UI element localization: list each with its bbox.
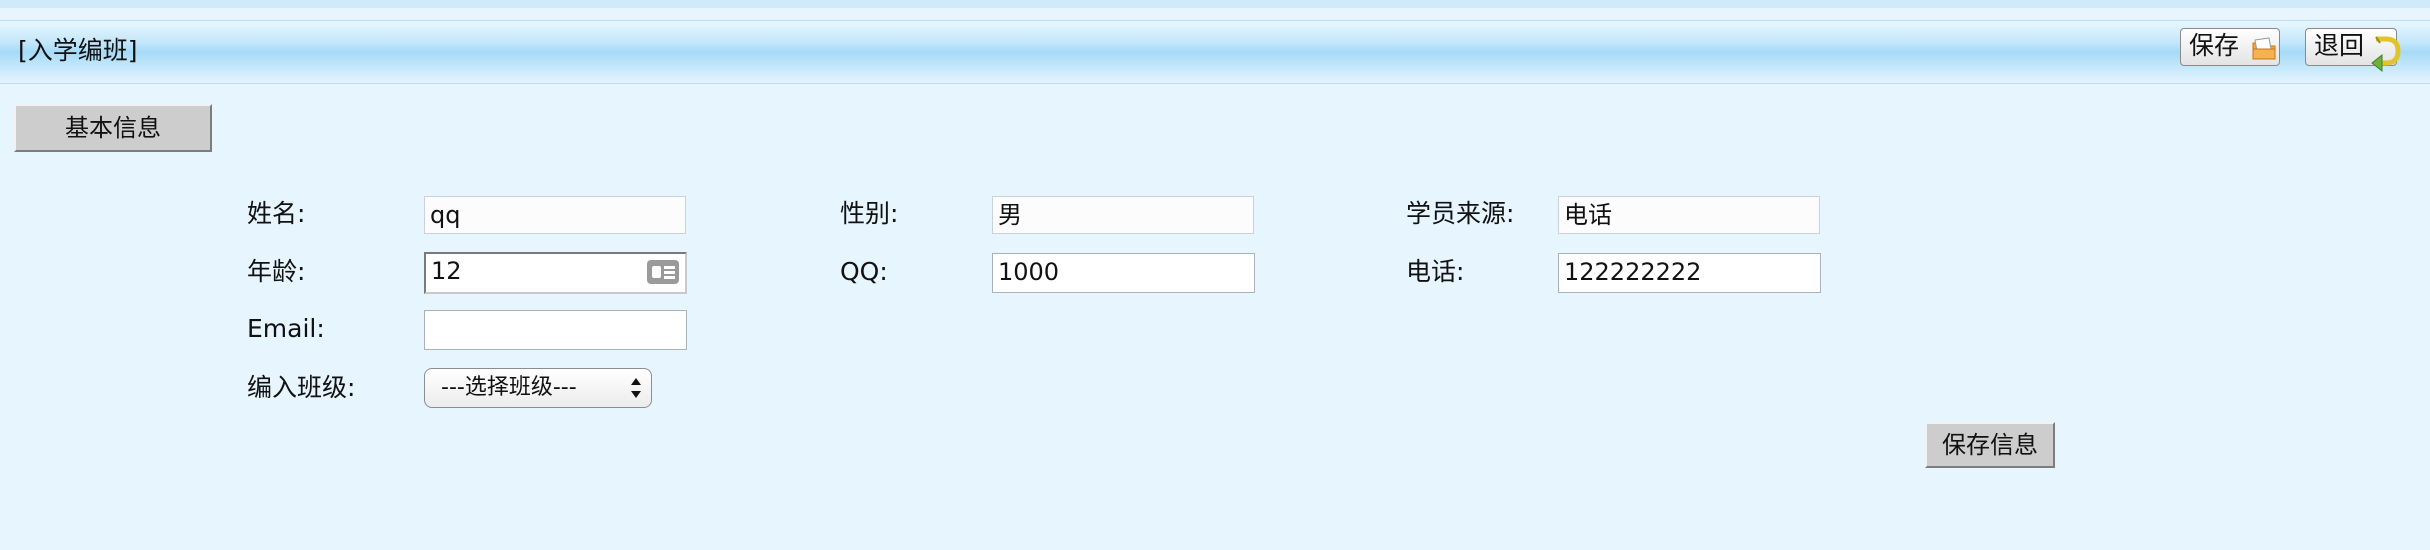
source-label: 学员来源:: [1406, 199, 1515, 228]
qq-label: QQ:: [840, 257, 888, 286]
class-select[interactable]: ---选择班级---: [424, 368, 652, 408]
age-label: 年龄:: [247, 257, 306, 286]
gender-label: 性别:: [840, 199, 899, 228]
gender-field[interactable]: 男: [992, 196, 1254, 234]
email-field[interactable]: [424, 310, 687, 350]
class-label: 编入班级:: [247, 373, 356, 402]
contact-card-icon[interactable]: [647, 260, 679, 284]
save-info-button[interactable]: 保存信息: [1925, 422, 2055, 468]
header-bar: [入学编班] 保存 退回: [0, 20, 2430, 84]
age-value: 12: [431, 257, 462, 285]
name-field[interactable]: qq: [424, 196, 686, 234]
page-title: [入学编班]: [18, 36, 138, 65]
back-button[interactable]: 退回: [2305, 28, 2401, 73]
save-button-label: 保存: [2189, 31, 2240, 60]
select-arrows-icon: [631, 378, 641, 398]
source-field[interactable]: 电话: [1558, 196, 1820, 234]
email-label: Email:: [247, 314, 325, 343]
name-label: 姓名:: [247, 199, 306, 228]
class-select-value: ---选择班级---: [441, 375, 577, 400]
return-arrow-icon: [2371, 36, 2401, 73]
back-button-label: 退回: [2314, 31, 2365, 60]
folder-save-icon: [2252, 37, 2276, 60]
phone-field[interactable]: 122222222: [1558, 253, 1821, 293]
phone-label: 电话:: [1406, 257, 1465, 286]
age-field[interactable]: 12: [424, 252, 687, 294]
tab-basic-info[interactable]: 基本信息: [14, 104, 212, 152]
save-button[interactable]: 保存: [2180, 28, 2280, 66]
top-strip: [0, 0, 2430, 8]
qq-field[interactable]: 1000: [992, 253, 1255, 293]
